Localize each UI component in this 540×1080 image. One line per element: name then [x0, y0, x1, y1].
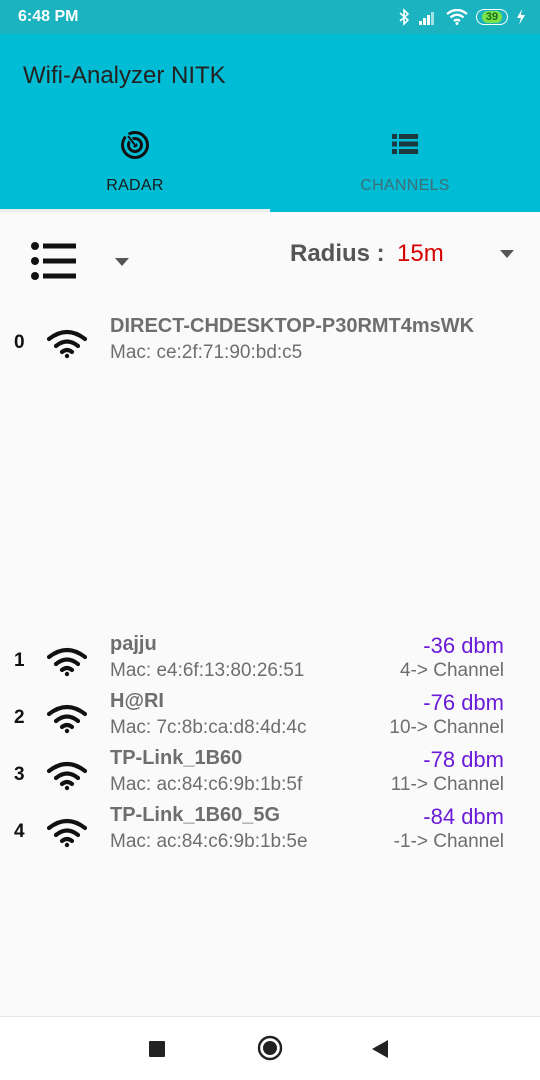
system-nav-bar — [0, 1016, 540, 1080]
list-item[interactable]: 1 pajju Mac: e4:6f:13:80:26:51 -36 dbm 4… — [0, 633, 540, 685]
network-channel: 10-> Channel — [389, 717, 504, 738]
network-ssid: DIRECT-CHDESKTOP-P30RMT4msWK — [110, 315, 475, 337]
network-mac: Mac: 7c:8b:ca:d8:4d:4c — [110, 717, 307, 738]
app-bar: Wifi-Analyzer NITK RADAR CHANNELS — [0, 34, 540, 212]
status-icons: 39 — [398, 7, 526, 27]
network-index: 0 — [14, 332, 25, 353]
network-ssid: TP-Link_1B60 — [110, 747, 243, 769]
wifi-signal-icon — [47, 761, 87, 791]
network-dbm: -76 dbm — [423, 690, 504, 715]
status-bar: 6:48 PM 39 — [0, 0, 540, 34]
network-dbm: -36 dbm — [423, 633, 504, 658]
network-dbm: -84 dbm — [423, 804, 504, 829]
wifi-signal-icon — [47, 704, 87, 734]
list-item[interactable]: 4 TP-Link_1B60_5G Mac: ac:84:c6:9b:1b:5e… — [0, 804, 540, 856]
network-channel: -1-> Channel — [393, 831, 504, 852]
radius-value[interactable]: 15m — [397, 240, 444, 268]
list-item[interactable]: 0 DIRECT-CHDESKTOP-P30RMT4msWK Mac: ce:2… — [0, 315, 540, 367]
status-time: 6:48 PM — [18, 8, 79, 25]
back-icon[interactable] — [370, 1038, 390, 1060]
signal-icon — [419, 12, 434, 25]
bluetooth-icon — [399, 8, 410, 26]
list-item[interactable]: 3 TP-Link_1B60 Mac: ac:84:c6:9b:1b:5f -7… — [0, 747, 540, 799]
tab-channels-label: CHANNELS — [360, 177, 450, 194]
network-dbm: -78 dbm — [423, 747, 504, 772]
network-ssid: TP-Link_1B60_5G — [110, 804, 281, 826]
network-index: 2 — [14, 707, 25, 728]
radius-dropdown-chevron-down-icon[interactable] — [498, 247, 516, 261]
network-mac: Mac: ce:2f:71:90:bd:c5 — [110, 342, 303, 363]
tab-indicator — [0, 209, 270, 212]
list-item[interactable]: 2 H@RI Mac: 7c:8b:ca:d8:4d:4c -76 dbm 10… — [0, 690, 540, 742]
network-channel: 4-> Channel — [399, 660, 504, 681]
list-icon — [392, 134, 418, 154]
tab-channels[interactable]: CHANNELS — [270, 130, 540, 212]
network-channel: 11-> Channel — [390, 774, 504, 795]
battery-icon: 39 — [476, 9, 508, 25]
app-title: Wifi-Analyzer NITK — [23, 62, 226, 89]
network-ssid: pajju — [110, 633, 157, 655]
radar-icon — [121, 131, 149, 159]
home-icon[interactable] — [257, 1035, 283, 1061]
network-mac: Mac: ac:84:c6:9b:1b:5e — [110, 831, 308, 852]
wifi-icon — [446, 9, 468, 25]
network-index: 3 — [14, 764, 25, 785]
radius-label: Radius : — [290, 240, 385, 267]
network-mac: Mac: ac:84:c6:9b:1b:5f — [110, 774, 303, 795]
sort-list-button[interactable] — [30, 240, 78, 282]
tab-radar-label: RADAR — [106, 177, 164, 194]
sort-dropdown-chevron-down-icon[interactable] — [113, 255, 131, 269]
recents-icon[interactable] — [148, 1040, 166, 1058]
network-index: 4 — [14, 821, 25, 842]
battery-level: 39 — [481, 11, 503, 23]
tab-radar[interactable]: RADAR — [0, 130, 270, 212]
charging-icon — [517, 9, 525, 25]
network-ssid: H@RI — [110, 690, 164, 712]
wifi-signal-icon — [47, 818, 87, 848]
wifi-signal-icon — [47, 329, 87, 359]
wifi-signal-icon — [47, 647, 87, 677]
network-mac: Mac: e4:6f:13:80:26:51 — [110, 660, 305, 681]
network-index: 1 — [14, 650, 25, 671]
